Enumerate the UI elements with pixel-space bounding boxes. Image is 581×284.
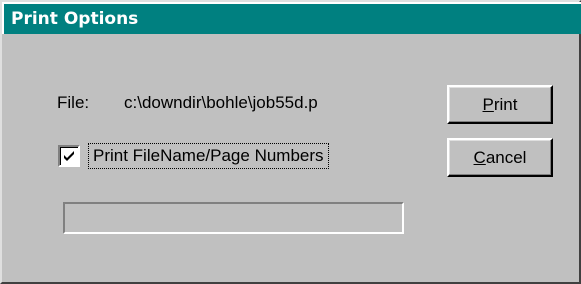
- print-button[interactable]: Print: [447, 85, 553, 124]
- title-bar: Print Options: [2, 2, 581, 34]
- file-label: File:: [57, 93, 90, 112]
- print-button-label: Print: [482, 94, 518, 114]
- print-filename-label[interactable]: Print FileName/Page Numbers: [88, 143, 329, 169]
- cancel-button[interactable]: Cancel: [447, 138, 553, 177]
- file-path: c:\downdir\bohle\job55d.p: [124, 93, 318, 112]
- dialog-title: Print Options: [11, 9, 139, 29]
- progress-bar: [63, 202, 404, 234]
- checkmark-icon: [64, 151, 74, 161]
- cancel-button-label: Cancel: [473, 147, 527, 167]
- print-options-dialog: Print Options File: c:\downdir\bohle\job…: [0, 0, 581, 284]
- print-filename-checkbox[interactable]: [58, 145, 80, 167]
